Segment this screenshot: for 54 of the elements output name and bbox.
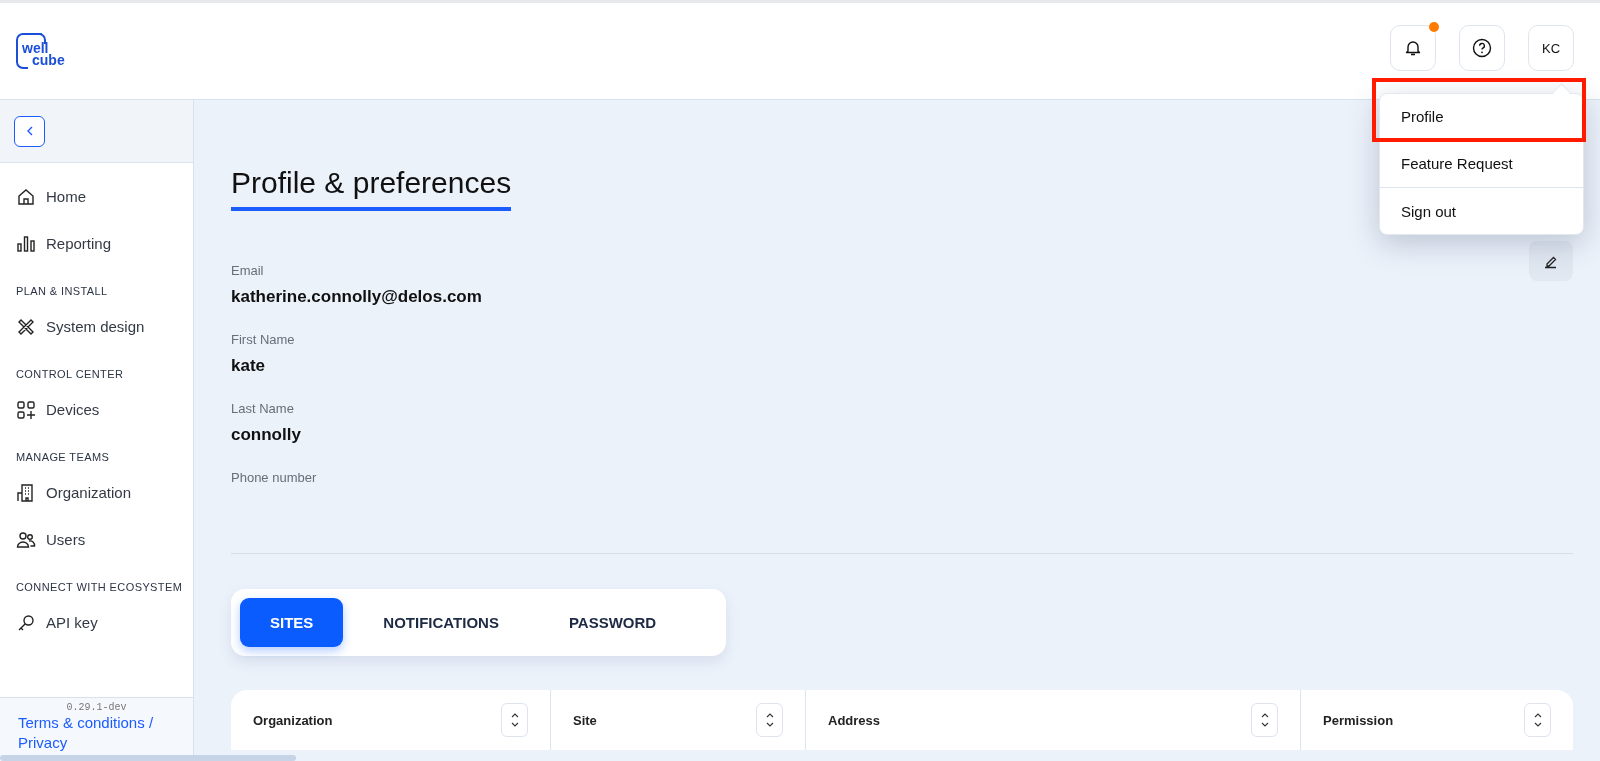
- grid-plus-icon: [16, 399, 36, 420]
- nav-item[interactable]: System design: [0, 303, 193, 350]
- notifications-button[interactable]: [1390, 25, 1436, 71]
- sort-button[interactable]: [1251, 703, 1278, 737]
- field-value: connolly: [231, 425, 302, 445]
- sort-icon: [509, 712, 520, 728]
- section-heading: CONTROL CENTER: [15, 367, 125, 382]
- bar-chart-icon: [16, 233, 36, 254]
- help-button[interactable]: [1459, 25, 1505, 71]
- tab[interactable]: NOTIFICATIONS: [353, 598, 529, 647]
- field-label: Email: [231, 263, 265, 278]
- sort-button[interactable]: [1524, 703, 1551, 737]
- scrollbar[interactable]: [0, 755, 296, 761]
- sort-icon: [764, 712, 775, 728]
- column-header: Permission: [1323, 712, 1394, 728]
- page-title: Profile & preferences: [231, 166, 512, 211]
- menu-item[interactable]: Feature Request: [1379, 140, 1584, 187]
- users-icon: [16, 529, 36, 550]
- sort-button[interactable]: [501, 703, 528, 737]
- sort-button[interactable]: [756, 703, 783, 737]
- column-header: Site: [573, 712, 597, 728]
- sort-icon: [1259, 712, 1270, 728]
- help-icon: [1472, 38, 1492, 58]
- field-value: kate: [231, 356, 267, 376]
- tab[interactable]: PASSWORD: [538, 598, 687, 647]
- field-label: Phone number: [231, 470, 318, 485]
- terms-link[interactable]: Terms & conditions / Privacy: [18, 713, 175, 753]
- section-heading: MANAGE TEAMS: [15, 450, 111, 465]
- tab[interactable]: SITES: [240, 598, 344, 647]
- nav-item[interactable]: Organization: [0, 469, 193, 516]
- sort-icon: [1532, 712, 1543, 728]
- menu-item[interactable]: Sign out: [1379, 188, 1584, 235]
- edit-button[interactable]: [1529, 241, 1573, 281]
- field-label: Last Name: [231, 401, 295, 416]
- bell-icon: [1404, 39, 1422, 57]
- home-icon: [16, 186, 36, 207]
- version-label: 0.29.1-dev: [65, 702, 128, 713]
- nav-item[interactable]: Reporting: [0, 220, 193, 267]
- nav-item[interactable]: Users: [0, 516, 193, 563]
- nav-item[interactable]: Home: [0, 173, 193, 220]
- chevron-left-icon: [25, 126, 34, 136]
- section-heading: CONNECT WITH ECOSYSTEM: [15, 580, 184, 595]
- key-icon: [16, 612, 36, 633]
- column-header: Organization: [253, 712, 333, 728]
- column-header: Address: [828, 712, 881, 728]
- nav-item[interactable]: API key: [0, 599, 193, 646]
- nav-item[interactable]: Devices: [0, 386, 193, 433]
- collapse-button[interactable]: [14, 115, 45, 147]
- field-value: katherine.connolly@delos.com: [231, 287, 483, 307]
- building-icon: [16, 482, 36, 503]
- menu-item[interactable]: Profile: [1372, 78, 1586, 142]
- section-heading: PLAN & INSTALL: [15, 284, 109, 299]
- avatar-button[interactable]: KC: [1528, 25, 1574, 71]
- field-label: First Name: [231, 332, 296, 347]
